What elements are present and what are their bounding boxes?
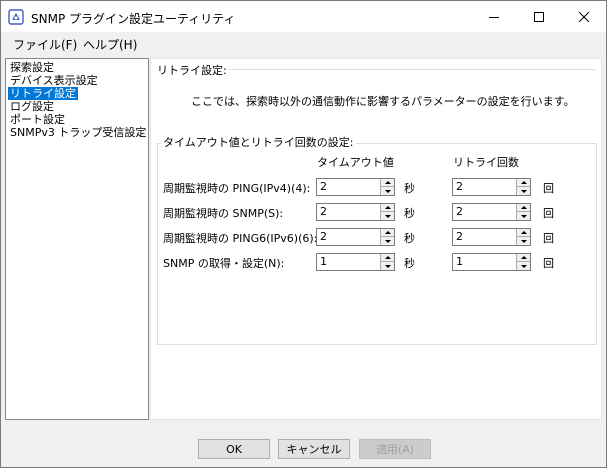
section-title: リトライ設定: [157, 64, 227, 77]
settings-panel: リトライ設定: ここでは、探索時以外の通信動作に影響するパラメーターの設定を行い… [150, 58, 602, 420]
timeout-unit: 秒 [404, 182, 415, 195]
close-icon [578, 11, 589, 22]
ping6-ipv6-retry-spinner[interactable]: 2 [452, 228, 531, 246]
section-divider [229, 69, 595, 70]
spin-down-icon[interactable] [517, 212, 530, 220]
maximize-button[interactable] [516, 1, 561, 32]
retry-unit: 回 [543, 207, 554, 220]
group-title: タイムアウト値とリトライ回数の設定: [161, 134, 356, 150]
row-label-ping-ipv4: 周期監視時の PING(IPv4)(4): [163, 182, 311, 195]
spin-down-icon[interactable] [517, 237, 530, 245]
tree-item-discovery[interactable]: 探索設定 [8, 61, 56, 74]
spinner-value: 1 [320, 255, 327, 268]
snmp-retry-spinner[interactable]: 2 [452, 203, 531, 221]
ping-ipv4-timeout-spinner[interactable]: 2 [316, 178, 395, 196]
spin-down-icon[interactable] [517, 187, 530, 195]
spin-down-icon[interactable] [381, 262, 394, 270]
spin-down-icon[interactable] [381, 237, 394, 245]
minimize-icon [488, 16, 499, 18]
spinner-value: 2 [456, 205, 463, 218]
timeout-unit: 秒 [404, 207, 415, 220]
spin-down-icon[interactable] [517, 262, 530, 270]
cancel-button[interactable]: キャンセル [278, 439, 350, 459]
spin-up-icon[interactable] [381, 179, 394, 187]
tree-item-device-display[interactable]: デバイス表示設定 [8, 74, 100, 87]
spin-up-icon[interactable] [517, 204, 530, 212]
spin-up-icon[interactable] [517, 229, 530, 237]
ok-button[interactable]: OK [198, 439, 270, 459]
retry-unit: 回 [543, 182, 554, 195]
column-header-timeout: タイムアウト値 [317, 156, 394, 169]
spin-up-icon[interactable] [381, 254, 394, 262]
close-button[interactable] [561, 1, 606, 32]
ping6-ipv6-timeout-spinner[interactable]: 2 [316, 228, 395, 246]
app-icon [8, 9, 24, 25]
apply-button[interactable]: 適用(A) [359, 439, 431, 459]
spinner-value: 2 [456, 180, 463, 193]
tree-item-snmpv3-trap[interactable]: SNMPv3 トラップ受信設定 [8, 126, 148, 139]
spin-up-icon[interactable] [517, 254, 530, 262]
tree-item-log[interactable]: ログ設定 [8, 100, 56, 113]
menu-file[interactable]: ファイル(F) [13, 36, 77, 53]
spinner-value: 2 [320, 205, 327, 218]
retry-unit: 回 [543, 232, 554, 245]
timeout-unit: 秒 [404, 232, 415, 245]
spinner-value: 2 [320, 180, 327, 193]
column-header-retry: リトライ回数 [453, 156, 519, 169]
snmp-get-set-retry-spinner[interactable]: 1 [452, 253, 531, 271]
snmp-timeout-spinner[interactable]: 2 [316, 203, 395, 221]
settings-tree[interactable]: 探索設定 デバイス表示設定 リトライ設定 ログ設定 ポート設定 SNMPv3 ト… [5, 58, 149, 420]
row-label-ping6-ipv6: 周期監視時の PING6(IPv6)(6): [163, 232, 318, 245]
spinner-value: 2 [320, 230, 327, 243]
app-window: SNMP プラグイン設定ユーティリティ ファイル(F) ヘルプ(H) 探索設定 … [0, 0, 607, 468]
spin-down-icon[interactable] [381, 212, 394, 220]
title-bar: SNMP プラグイン設定ユーティリティ [1, 1, 606, 32]
row-label-snmp-get-set: SNMP の取得・設定(N): [163, 257, 285, 270]
spin-up-icon[interactable] [517, 179, 530, 187]
snmp-get-set-timeout-spinner[interactable]: 1 [316, 253, 395, 271]
maximize-icon [533, 11, 544, 22]
spinner-value: 2 [456, 230, 463, 243]
menu-bar: ファイル(F) ヘルプ(H) [1, 32, 606, 54]
row-label-snmp: 周期監視時の SNMP(S): [163, 207, 284, 220]
ping-ipv4-retry-spinner[interactable]: 2 [452, 178, 531, 196]
tree-item-port[interactable]: ポート設定 [8, 113, 67, 126]
window-title: SNMP プラグイン設定ユーティリティ [31, 12, 236, 26]
minimize-button[interactable] [471, 1, 516, 32]
timeout-unit: 秒 [404, 257, 415, 270]
spin-down-icon[interactable] [381, 187, 394, 195]
spinner-value: 1 [456, 255, 463, 268]
panel-description: ここでは、探索時以外の通信動作に影響するパラメーターの設定を行います。 [191, 95, 575, 108]
spin-up-icon[interactable] [381, 204, 394, 212]
tree-item-retry[interactable]: リトライ設定 [8, 87, 78, 100]
menu-help[interactable]: ヘルプ(H) [83, 36, 137, 53]
spin-up-icon[interactable] [381, 229, 394, 237]
retry-unit: 回 [543, 257, 554, 270]
